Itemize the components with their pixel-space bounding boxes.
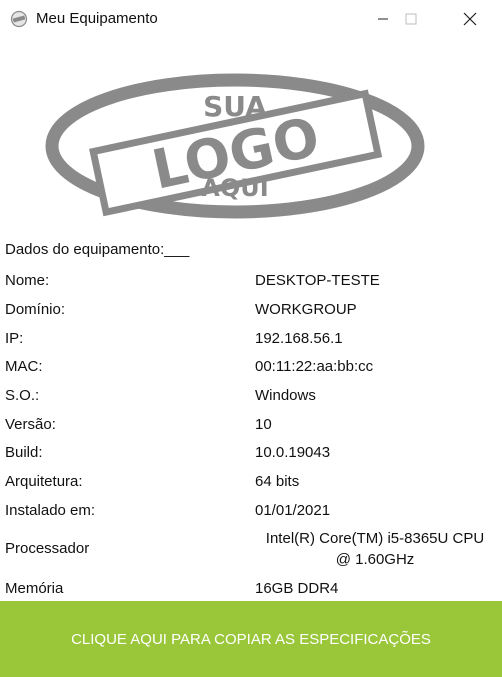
spec-value: Windows [255,387,316,404]
close-icon [463,12,477,26]
close-button[interactable] [447,0,493,38]
maximize-button[interactable] [388,0,434,38]
spec-label: S.O.: [5,387,40,404]
spec-row-build: Build: 10.0.19043 [0,442,502,470]
spec-value: DESKTOP-TESTE [255,272,380,289]
app-icon [10,10,28,28]
spec-value: 10.0.19043 [255,444,331,461]
spec-row-versao: Versão: 10 [0,414,502,442]
maximize-icon [405,13,417,25]
spec-value: 192.168.56.1 [255,330,343,347]
spec-value: 64 bits [255,473,300,490]
spec-row-mac: MAC: 00:11:22:aa:bb:cc [0,356,502,384]
spec-label: Processador [5,540,90,557]
spec-label: MAC: [5,358,43,375]
spec-label: Versão: [5,416,56,433]
logo-image: SUA LOGO AQUI [45,73,425,219]
spec-label: Nome: [5,272,50,289]
title-bar: Meu Equipamento [0,0,502,38]
spec-value: Intel(R) Core(TM) i5-8365U CPU @ 1.60GHz [255,528,495,570]
window-title: Meu Equipamento [36,10,158,27]
copy-specs-label: CLIQUE AQUI PARA COPIAR AS ESPECIFICAÇÕE… [71,630,431,648]
spec-label: Domínio: [5,301,66,318]
spec-row-processador: Processador Intel(R) Core(TM) i5-8365U C… [0,528,502,572]
spec-row-so: S.O.: Windows [0,385,502,413]
spec-label: Instalado em: [5,502,96,519]
spec-value-line1: Intel(R) Core(TM) i5-8365U CPU [265,530,485,547]
spec-label: Memória [5,580,64,597]
spec-label: IP: [5,330,24,347]
section-heading: Dados do equipamento:___ [5,241,190,258]
spec-value: 01/01/2021 [255,502,331,519]
copy-specs-button[interactable]: CLIQUE AQUI PARA COPIAR AS ESPECIFICAÇÕE… [0,601,502,677]
spec-label: Build: [5,444,43,461]
spec-row-instalado: Instalado em: 01/01/2021 [0,500,502,528]
spec-value: 10 [255,416,272,433]
spec-label: Arquitetura: [5,473,83,490]
spec-row-arquitetura: Arquitetura: 64 bits [0,471,502,499]
logo-text-bottom: AQUI [201,174,268,202]
spec-row-ip: IP: 192.168.56.1 [0,328,502,356]
spec-value-line2: @ 1.60GHz [335,551,415,568]
spec-row-dominio: Domínio: WORKGROUP [0,299,502,327]
spec-value: 16GB DDR4 [255,580,339,597]
spec-value: 00:11:22:aa:bb:cc [255,358,374,375]
spec-row-nome: Nome: DESKTOP-TESTE [0,270,502,298]
spec-value: WORKGROUP [255,301,357,318]
